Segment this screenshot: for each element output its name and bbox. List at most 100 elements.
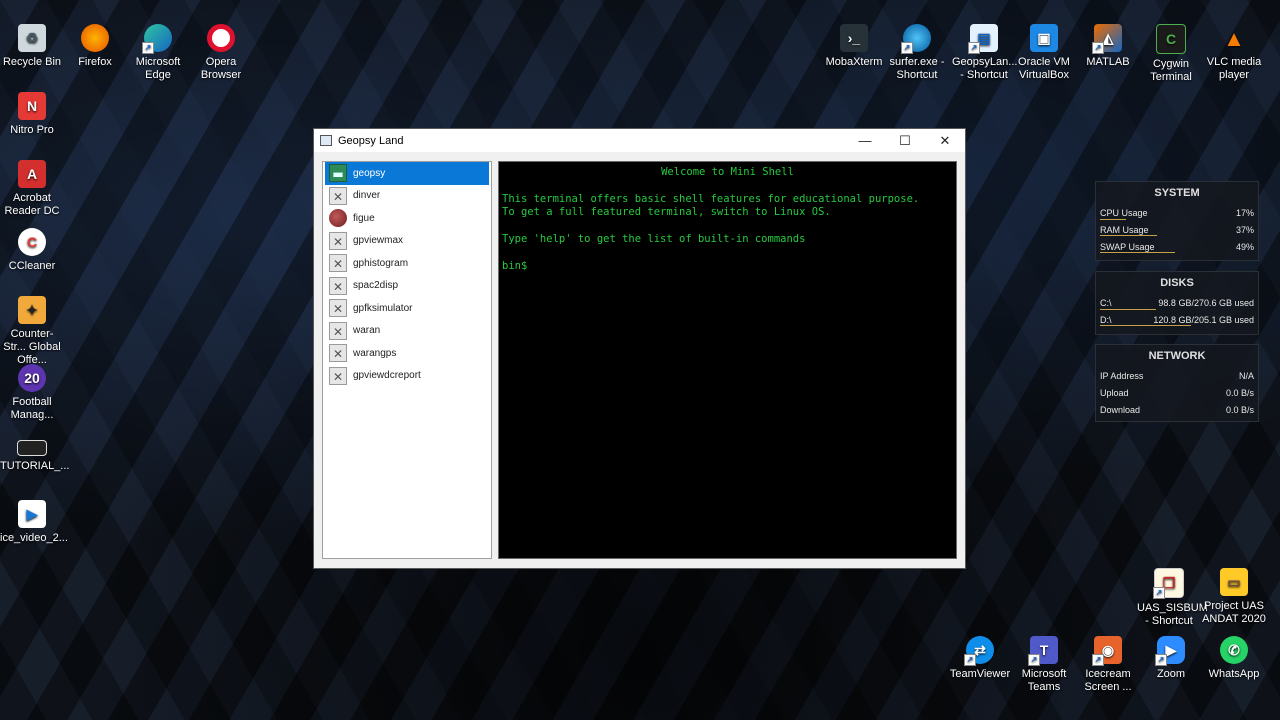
desktop-icon-cygwin[interactable]: C Cygwin Terminal (1139, 24, 1203, 84)
row-value: 49% (1235, 241, 1254, 252)
desktop-icon-zoom[interactable]: ▶ ↗ Zoom (1139, 636, 1203, 681)
desktop-icon-label: CCleaner (8, 260, 56, 272)
desktop-icon-ice-video[interactable]: ▶ ice_video_2... (0, 500, 68, 545)
shortcut-arrow-icon: ↗ (1028, 654, 1040, 666)
ram-usage-row: RAM Usage 37% (1096, 222, 1258, 239)
figue-app-icon (329, 209, 347, 228)
desktop-icon-project-uas[interactable]: ▭ Project UAS ANDAT 2020 (1202, 568, 1266, 626)
row-value: 0.0 B/s (1225, 404, 1254, 415)
row-label: CPU Usage (1100, 208, 1148, 219)
desktop-icon-label: Football Manag... (10, 396, 54, 421)
usage-bar (1100, 308, 1156, 310)
disk-c-row: C:\ 98.8 GB/270.6 GB used (1096, 295, 1258, 312)
maximize-button[interactable]: ☐ (885, 133, 925, 149)
terminal-line: To get a full featured terminal, switch … (502, 206, 831, 219)
app-item-waran[interactable]: ✕ waran (325, 320, 489, 343)
desktop-icon-label: UAS_SISBUM - Shortcut (1137, 602, 1208, 627)
football-manager-icon: 20 (18, 364, 46, 392)
upload-row: Upload 0.0 B/s (1096, 385, 1258, 402)
app-item-gphistogram[interactable]: ✕ gphistogram (325, 252, 489, 275)
row-label: Upload (1100, 388, 1129, 399)
x-app-icon: ✕ (329, 366, 347, 385)
app-item-label: dinver (353, 190, 381, 202)
surfer-icon: ↗ (901, 24, 931, 54)
desktop-icon-label: Cygwin Terminal (1150, 58, 1192, 83)
app-item-spac2disp[interactable]: ✕ spac2disp (325, 275, 489, 298)
desktop-icon-geopsy[interactable]: ▤ ↗ GeopsyLan... - Shortcut (952, 24, 1017, 82)
terminal-prompt[interactable]: bin$ (502, 260, 953, 273)
terminal-welcome: Welcome to Mini Shell (661, 166, 794, 178)
desktop-icon-label: Zoom (1156, 668, 1186, 680)
desktop-icon-label: Counter-Str... Global Offe... (3, 328, 61, 366)
csgo-icon: ✦ (18, 296, 46, 324)
desktop-icon-label: Project UAS ANDAT 2020 (1202, 600, 1266, 625)
desktop-icon-football-manager[interactable]: 20 Football Manag... (0, 364, 64, 422)
x-app-icon: ✕ (329, 231, 347, 250)
app-item-label: figue (353, 212, 375, 224)
x-app-icon: ✕ (329, 344, 347, 363)
app-item-figue[interactable]: figue (325, 207, 489, 230)
app-item-dinver[interactable]: ✕ dinver (325, 185, 489, 208)
app-item-label: gpviewdcreport (353, 370, 421, 382)
row-value: 17% (1235, 208, 1254, 219)
desktop-icon-mobaxterm[interactable]: ›_ MobaXterm (822, 24, 886, 69)
desktop-icon-virtualbox[interactable]: ▣ Oracle VM VirtualBox (1012, 24, 1076, 82)
disk-d-row: D:\ 120.8 GB/205.1 GB used (1096, 312, 1258, 329)
minimize-button[interactable]: — (845, 133, 885, 148)
desktop-icon-acrobat[interactable]: A Acrobat Reader DC (0, 160, 64, 218)
desktop-icon-teamviewer[interactable]: ⇄ ↗ TeamViewer (948, 636, 1012, 681)
acrobat-icon: A (18, 160, 46, 188)
desktop-icon-opera[interactable]: Opera Browser (189, 24, 253, 82)
desktop-icon-vlc[interactable]: ▲ VLC media player (1202, 24, 1266, 82)
row-value: 0.0 B/s (1225, 388, 1254, 399)
app-item-gpviewdcreport[interactable]: ✕ gpviewdcreport (325, 365, 489, 388)
desktop-icon-csgo[interactable]: ✦ Counter-Str... Global Offe... (0, 296, 64, 367)
app-item-label: waran (353, 325, 381, 337)
app-item-geopsy[interactable]: ▬ geopsy (325, 162, 489, 185)
desktop-icon-recycle-bin[interactable]: ♻ Recycle Bin (0, 24, 64, 69)
row-label: RAM Usage (1100, 225, 1149, 236)
geopsy-land-window[interactable]: Geopsy Land — ☐ ✕ ▬ geopsy ✕ dinver figu… (313, 128, 966, 569)
desktop-icon-ccleaner[interactable]: C CCleaner (0, 228, 64, 273)
terminal-blank (502, 179, 953, 192)
desktop-icon-label: MATLAB (1086, 56, 1130, 68)
system-widget: SYSTEM CPU Usage 17% RAM Usage 37% SWAP … (1095, 181, 1259, 261)
mobaxterm-icon: ›_ (840, 24, 868, 52)
shortcut-arrow-icon: ↗ (1155, 654, 1167, 666)
desktop-icon-label: ice_video_2... (0, 532, 68, 544)
app-item-gpfksimulator[interactable]: ✕ gpfksimulator (325, 297, 489, 320)
desktop-icon-firefox[interactable]: Firefox (63, 24, 127, 69)
row-value: 120.8 GB/205.1 GB used (1153, 315, 1254, 326)
desktop-icon-nitro[interactable]: N Nitro Pro (0, 92, 64, 137)
app-item-label: gpfksimulator (353, 302, 413, 314)
window-titlebar[interactable]: Geopsy Land — ☐ ✕ (314, 129, 965, 152)
shortcut-arrow-icon: ↗ (901, 42, 913, 54)
usage-bar (1100, 235, 1157, 237)
desktop-icon-tutorial[interactable]: TUTORIAL_... (0, 440, 70, 473)
desktop-icon-uas-sisbum[interactable]: ❐ ↗ UAS_SISBUM - Shortcut (1137, 568, 1208, 628)
desktop-icon-label: Acrobat Reader DC (4, 192, 60, 217)
shortcut-arrow-icon: ↗ (1092, 42, 1104, 54)
desktop-icon-edge[interactable]: ↗ Microsoft Edge (126, 24, 190, 82)
desktop-icon-surfer[interactable]: ↗ surfer.exe - Shortcut (885, 24, 949, 82)
desktop-icon-teams[interactable]: T ↗ Microsoft Teams (1012, 636, 1076, 694)
desktop-icon-matlab[interactable]: ◭ ↗ MATLAB (1076, 24, 1140, 69)
app-item-label: spac2disp (353, 280, 399, 292)
app-item-warangps[interactable]: ✕ warangps (325, 342, 489, 365)
desktop-icon-icecream[interactable]: ◉ ↗ Icecream Screen ... (1076, 636, 1140, 694)
app-item-gpviewmax[interactable]: ✕ gpviewmax (325, 230, 489, 253)
cpu-usage-row: CPU Usage 17% (1096, 205, 1258, 222)
folder-icon: ▭ (1220, 568, 1248, 596)
swap-usage-row: SWAP Usage 49% (1096, 238, 1258, 255)
desktop-icon-whatsapp[interactable]: ✆ WhatsApp (1202, 636, 1266, 681)
widget-title: DISKS (1160, 277, 1194, 289)
desktop-icon-label: TeamViewer (949, 668, 1011, 680)
row-value: N/A (1238, 371, 1254, 382)
x-app-icon: ✕ (329, 254, 347, 273)
app-item-label: warangps (353, 347, 397, 359)
close-button[interactable]: ✕ (925, 133, 965, 149)
shortcut-arrow-icon: ↗ (142, 42, 154, 54)
mini-shell-terminal[interactable]: Welcome to Mini Shell This terminal offe… (498, 161, 957, 559)
desktop-icon-label: TUTORIAL_... (0, 460, 70, 472)
app-list[interactable]: ▬ geopsy ✕ dinver figue ✕ gpviewmax ✕ gp… (322, 161, 492, 559)
